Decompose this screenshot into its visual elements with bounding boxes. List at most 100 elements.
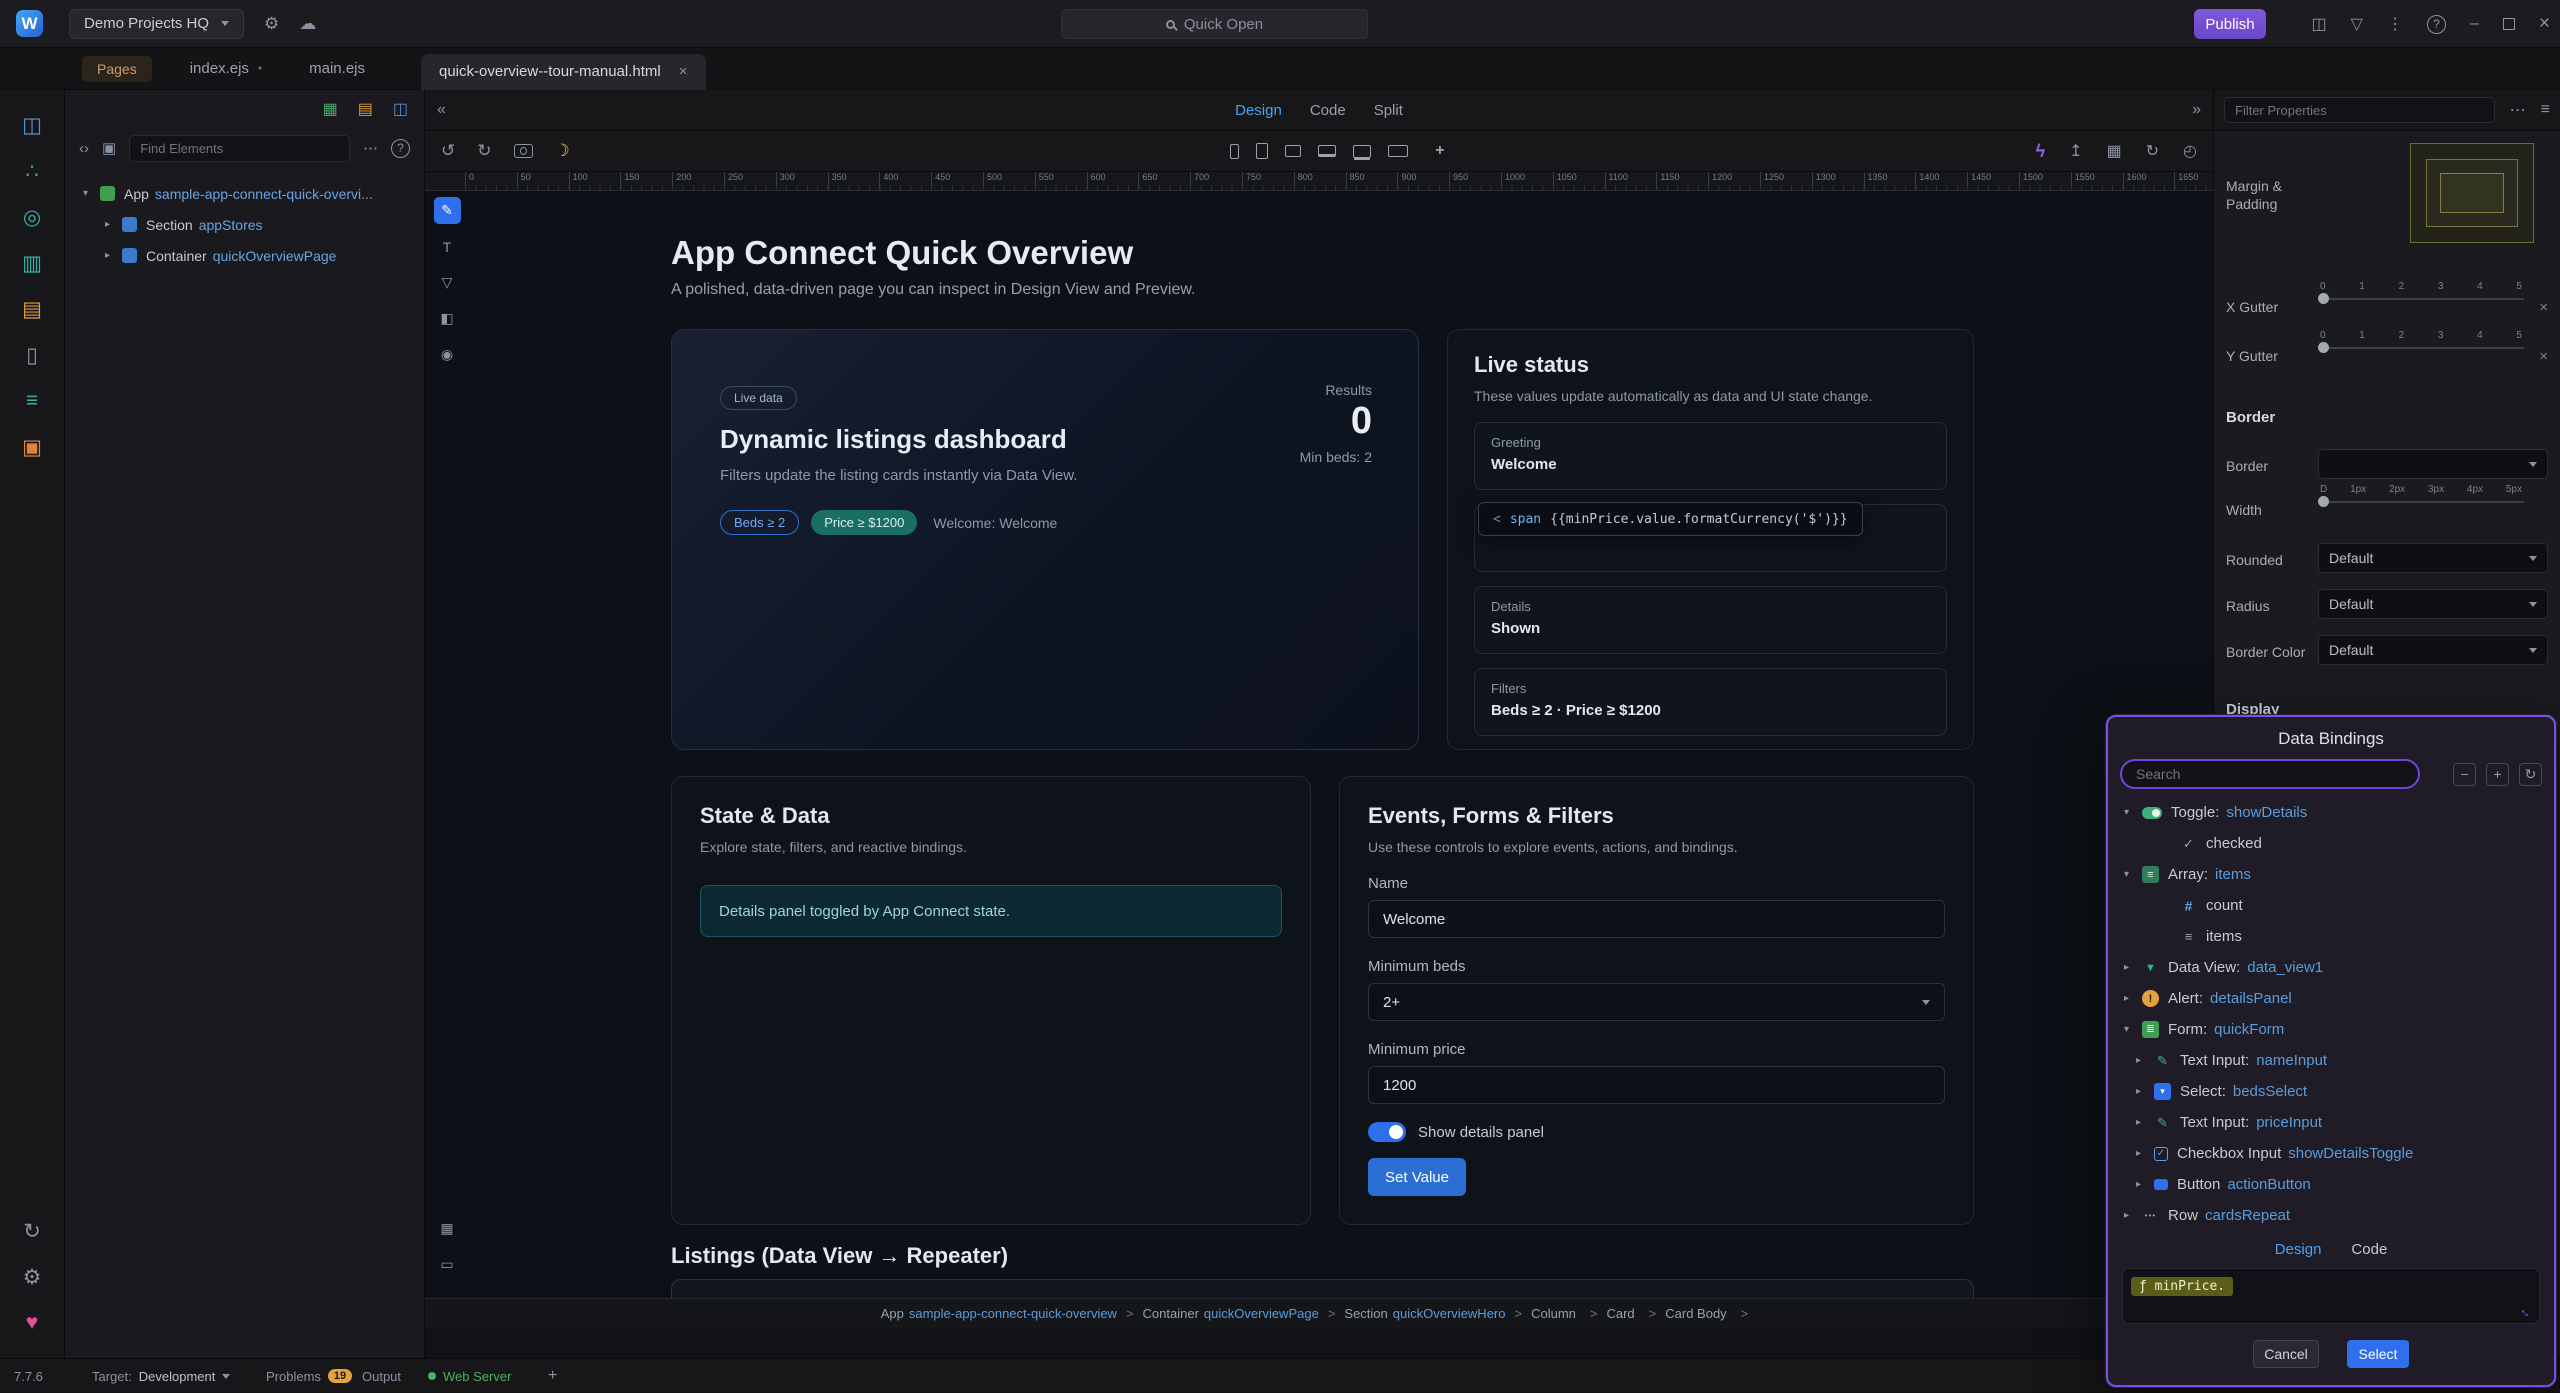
app-connect-icon[interactable]: ϟ <box>2036 141 2046 162</box>
chevron-icon[interactable]: ▸ <box>2136 1179 2154 1190</box>
edit-tool-icon[interactable]: ✎ <box>434 197 461 224</box>
cloud-sync-icon[interactable]: ☁ <box>299 14 316 34</box>
tree-row[interactable]: ▾ App sample-app-connect-quick-overvi... <box>65 178 424 209</box>
database-icon[interactable]: ▥ <box>11 240 53 286</box>
chevron-icon[interactable]: ▾ <box>2124 869 2142 880</box>
chevron-icon[interactable]: ▸ <box>2124 993 2142 1004</box>
grid-toggle-icon[interactable]: ▦ <box>434 1215 461 1242</box>
binding-tree-item[interactable]: # count <box>2108 890 2554 921</box>
desktop-icon[interactable] <box>1353 145 1371 158</box>
border-color-select[interactable]: Default <box>2318 635 2548 665</box>
settings-icon[interactable]: ⚙ <box>11 1254 53 1300</box>
phone-icon[interactable] <box>1230 144 1239 159</box>
chevron-icon[interactable]: ▸ <box>105 250 122 261</box>
web-server-button[interactable]: Web Server <box>428 1359 511 1393</box>
lab-tool-icon[interactable]: ▽ <box>434 269 461 296</box>
more-options-icon[interactable]: ⋯ <box>363 139 378 157</box>
pages-panel-icon[interactable]: ◫ <box>11 102 53 148</box>
slider-knob[interactable] <box>2318 293 2329 304</box>
style-tool-icon[interactable]: ◧ <box>434 305 461 332</box>
beaker-icon[interactable]: ▽ <box>2351 14 2363 34</box>
view-mode-tab[interactable]: Code <box>1310 102 1346 119</box>
cancel-button[interactable]: Cancel <box>2253 1340 2319 1368</box>
grid-view-icon[interactable]: ▦ <box>323 99 338 119</box>
status-card[interactable]: Filters Beds ≥ 2 · Price ≥ $1200 <box>1474 668 1947 736</box>
x-gutter-slider[interactable]: 012345 <box>2318 281 2524 300</box>
breadcrumb-item[interactable]: Card Body > <box>1665 1306 1757 1321</box>
publish-button[interactable]: Publish <box>2194 9 2266 39</box>
tablet-portrait-icon[interactable] <box>1256 143 1268 159</box>
maximize-button[interactable] <box>2503 18 2515 30</box>
events-forms-panel[interactable]: Events, Forms & Filters Use these contro… <box>1339 776 1974 1225</box>
resize-handle-icon[interactable]: ↔ <box>2517 1302 2537 1322</box>
document-tab[interactable]: quick-overview--tour-manual.html × <box>421 54 706 90</box>
select-button[interactable]: Select <box>2347 1340 2409 1368</box>
breadcrumb-item[interactable]: Section quickOverviewHero > <box>1344 1306 1531 1321</box>
view-mode-tab[interactable]: Design <box>1235 102 1282 119</box>
chevron-icon[interactable]: ▸ <box>2124 962 2142 973</box>
code-view-icon[interactable]: ‹› <box>79 140 89 157</box>
binding-tree-item[interactable]: ▸ ✎ Text Input: nameInput <box>2108 1045 2554 1076</box>
binding-tree-item[interactable]: ▸ ✎ Text Input: priceInput <box>2108 1107 2554 1138</box>
slider-knob[interactable] <box>2318 342 2329 353</box>
routes-icon[interactable]: ◎ <box>11 194 53 240</box>
minimize-button[interactable]: – <box>2470 15 2479 33</box>
hero-card[interactable]: Live data Dynamic listings dashboard Fil… <box>671 329 1419 750</box>
updates-icon[interactable]: ↻ <box>11 1208 53 1254</box>
border-select[interactable] <box>2318 449 2548 479</box>
expression-editor[interactable]: ƒ minPrice. ↔ <box>2122 1268 2540 1324</box>
list-view-icon[interactable]: ▤ <box>358 99 373 119</box>
output-button[interactable]: Output <box>362 1359 401 1393</box>
y-gutter-clear-icon[interactable]: × <box>2539 348 2548 365</box>
binding-tree-item[interactable]: ▾ ≣ Form: quickForm <box>2108 1014 2554 1045</box>
tree-row[interactable]: ▸ Section appStores <box>65 209 424 240</box>
styles-icon[interactable]: ▯ <box>11 332 53 378</box>
collapse-left-icon[interactable]: « <box>437 101 446 119</box>
bindings-search-input[interactable] <box>2120 759 2420 789</box>
refresh-icon[interactable]: ↻ <box>2519 763 2542 786</box>
project-selector[interactable]: Demo Projects HQ <box>69 9 244 39</box>
breadcrumb-item[interactable]: App sample-app-connect-quick-overview > <box>881 1306 1143 1321</box>
collapse-all-icon[interactable]: − <box>2453 763 2476 786</box>
collapse-right-icon[interactable]: » <box>2192 101 2201 119</box>
status-card[interactable]: Greeting Welcome <box>1474 422 1947 490</box>
more-options-icon[interactable]: ⋯ <box>2510 100 2526 120</box>
radius-select[interactable]: Default <box>2318 589 2548 619</box>
chevron-icon[interactable]: ▸ <box>105 219 122 230</box>
widescreen-icon[interactable] <box>1388 145 1408 157</box>
dark-mode-icon[interactable]: ☽ <box>555 141 570 161</box>
binding-tree-item[interactable]: ▸ ✓ Checkbox Input showDetailsToggle <box>2108 1138 2554 1169</box>
binding-tree-item[interactable]: ▸ ! Alert: detailsPanel <box>2108 983 2554 1014</box>
tablet-landscape-icon[interactable] <box>1285 145 1301 157</box>
find-elements-input[interactable] <box>129 135 350 162</box>
expand-all-icon[interactable]: + <box>2486 763 2509 786</box>
status-card[interactable]: Details Shown <box>1474 586 1947 654</box>
chevron-icon[interactable]: ▸ <box>2136 1117 2154 1128</box>
structure-help-icon[interactable]: ? <box>391 139 410 158</box>
tree-row[interactable]: ▸ Container quickOverviewPage <box>65 240 424 271</box>
text-tool-icon[interactable]: T <box>434 233 461 260</box>
name-input[interactable] <box>1368 900 1945 938</box>
show-details-toggle[interactable] <box>1368 1122 1406 1142</box>
export-icon[interactable]: ↥ <box>2069 141 2082 161</box>
problems-button[interactable]: Problems 19 <box>266 1359 352 1393</box>
target-selector[interactable]: Target: Development <box>92 1359 230 1393</box>
expression-token[interactable]: ƒ minPrice. <box>2131 1277 2233 1296</box>
preview-tool-icon[interactable]: ◉ <box>434 341 461 368</box>
undo-icon[interactable]: ↺ <box>441 141 455 161</box>
live-status-panel[interactable]: Live status These values update automati… <box>1447 329 1974 750</box>
binding-tree-item[interactable]: ▸ ••• Row cardsRepeat <box>2108 1200 2554 1231</box>
board-icon[interactable]: ▣ <box>102 139 116 157</box>
chevron-icon[interactable]: ▸ <box>2136 1055 2154 1066</box>
layout-panels-icon[interactable]: ◫ <box>2312 14 2327 34</box>
close-button[interactable]: × <box>2539 13 2550 35</box>
help-icon[interactable]: ? <box>2427 15 2446 34</box>
kebab-menu-icon[interactable]: ⋮ <box>2387 14 2403 34</box>
binding-tree-item[interactable]: ▸ Button actionButton <box>2108 1169 2554 1200</box>
document-tab[interactable]: index.ejs ● <box>190 48 271 90</box>
panel-menu-icon[interactable]: ≡ <box>2541 101 2550 119</box>
chevron-icon[interactable]: ▾ <box>83 188 100 199</box>
box-model-widget[interactable] <box>2410 143 2534 243</box>
beds-select[interactable]: 2+ <box>1368 983 1945 1021</box>
chevron-icon[interactable]: ▾ <box>2124 1024 2142 1035</box>
